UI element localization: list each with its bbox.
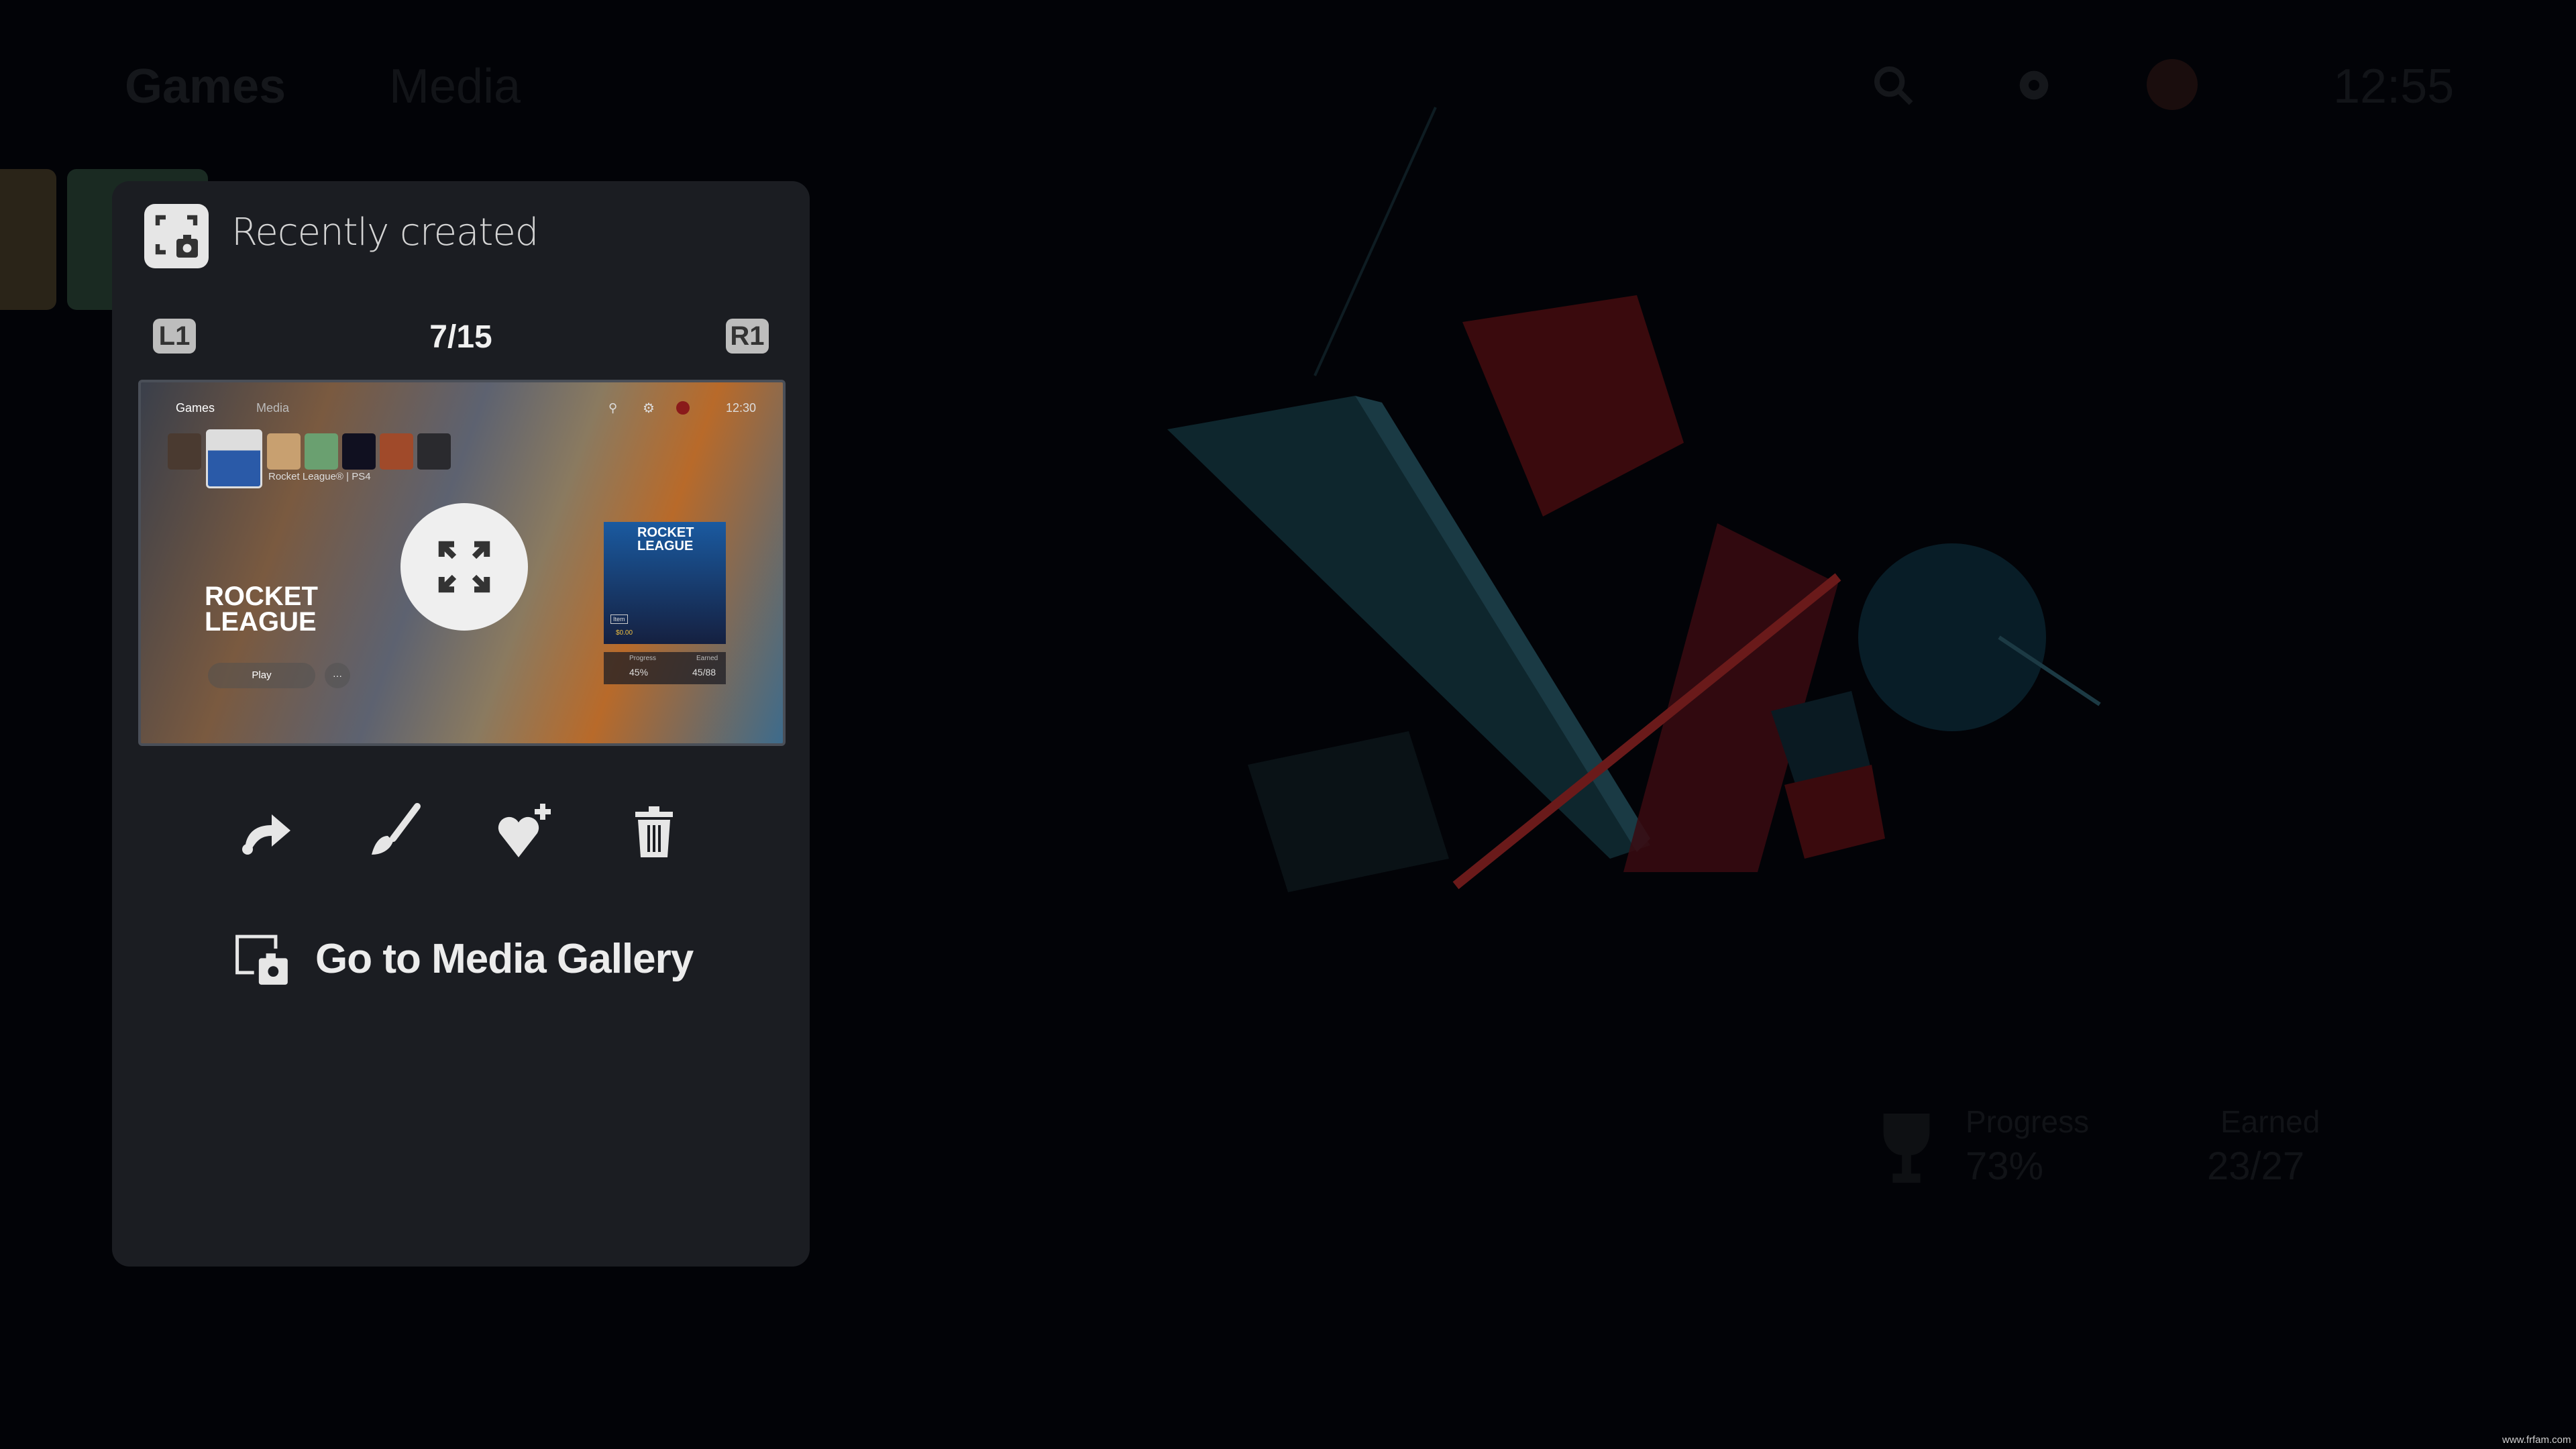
media-gallery-icon xyxy=(235,934,288,985)
thumb-library-tile xyxy=(417,433,451,470)
thumb-play-button: Play xyxy=(208,663,315,688)
media-thumbnail[interactable]: Games Media ⚲ ⚙ 12:30 Rocket League® | P… xyxy=(138,380,786,746)
thumb-game-logo: ROCKET LEAGUE xyxy=(205,582,318,637)
r1-button[interactable]: R1 xyxy=(726,319,769,354)
avatar[interactable] xyxy=(2147,59,2198,110)
thumb-tile xyxy=(168,433,201,470)
thumb-earned-label: Earned xyxy=(696,655,718,662)
tab-media[interactable]: Media xyxy=(389,59,521,114)
thumb-tab-games: Games xyxy=(176,401,215,415)
thumb-tile xyxy=(342,433,376,470)
edit-brush-icon[interactable] xyxy=(364,798,428,863)
item-counter: 7/15 xyxy=(429,319,492,355)
thumb-earned-value: 45/88 xyxy=(692,667,716,678)
go-to-media-gallery-button[interactable]: Go to Media Gallery xyxy=(112,932,810,993)
recently-created-panel: Recently created L1 7/15 R1 Games Media … xyxy=(112,181,810,1267)
clock: 12:55 xyxy=(2333,60,2455,113)
thumb-tile xyxy=(380,433,413,470)
thumb-avatar xyxy=(676,401,690,415)
thumb-tile xyxy=(267,433,301,470)
panel-title: Recently created xyxy=(231,211,539,254)
search-icon[interactable] xyxy=(1872,64,1915,107)
tab-games[interactable]: Games xyxy=(125,59,286,114)
thumb-clock: 12:30 xyxy=(726,401,757,415)
thumb-tile xyxy=(305,433,338,470)
thumb-card-title: ROCKET LEAGUE xyxy=(637,525,694,553)
thumb-game-label: Rocket League® | PS4 xyxy=(268,471,371,482)
favorite-add-icon[interactable] xyxy=(492,798,556,863)
thumb-search-icon: ⚲ xyxy=(608,401,618,415)
screenshot-icon xyxy=(144,204,209,268)
thumb-tab-media: Media xyxy=(256,401,290,415)
expand-icon xyxy=(438,541,490,593)
earned-label: Earned xyxy=(2220,1104,2320,1139)
progress-value: 73% xyxy=(1966,1144,2044,1188)
thumb-progress-value: 45% xyxy=(629,667,649,678)
thumb-progress-label: Progress xyxy=(629,655,657,662)
share-icon[interactable] xyxy=(234,798,299,863)
trophy-icon xyxy=(1883,1114,1930,1183)
gear-icon[interactable] xyxy=(2012,64,2055,107)
fullscreen-button[interactable] xyxy=(400,503,528,631)
thumb-price: $0.00 xyxy=(616,629,633,637)
earned-value: 23/27 xyxy=(2207,1144,2305,1188)
progress-label: Progress xyxy=(1966,1104,2090,1139)
thumb-more-button: ··· xyxy=(325,663,350,688)
gallery-label: Go to Media Gallery xyxy=(315,936,694,982)
thumb-gear-icon: ⚙ xyxy=(643,401,655,416)
game-tile[interactable] xyxy=(0,169,56,310)
thumb-item-label: Item xyxy=(610,614,628,624)
trash-icon[interactable] xyxy=(622,798,686,863)
watermark: www.frfam.com xyxy=(2502,1434,2571,1446)
thumb-tile-selected xyxy=(206,429,262,488)
